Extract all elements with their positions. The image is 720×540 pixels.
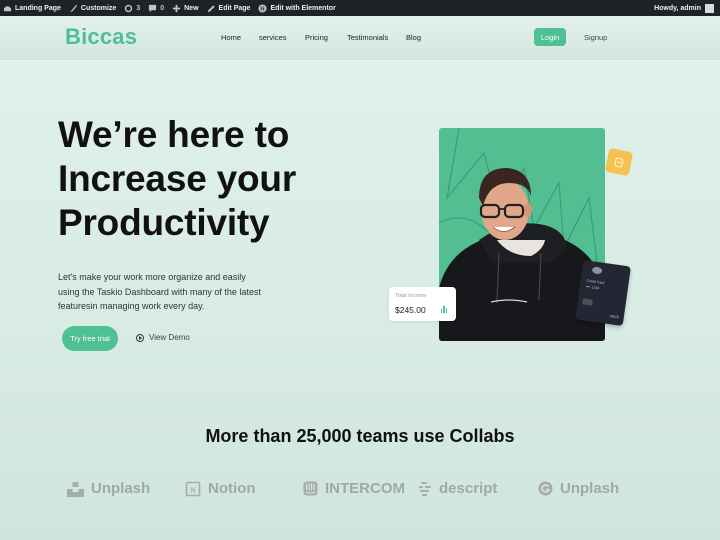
admin-bar-edit-page[interactable]: Edit Page [204,0,256,16]
view-demo-label: View Demo [149,333,190,342]
updates-count: 3 [136,4,141,12]
admin-greeting: Howdy, admin [654,4,701,12]
card-number: •••• 1234 [585,284,600,291]
site-logo[interactable]: Biccas [65,24,137,50]
brand-logo: Unplash [538,480,619,497]
brand-logo: INTERCOM [303,480,405,497]
bar-chart-icon [441,306,448,313]
admin-bar-elementor[interactable]: Edit with Elementor [255,0,340,16]
signup-link[interactable]: Signup [584,33,607,42]
admin-bar-site-label: Landing Page [15,4,61,12]
brand-logos: Unplash N Notion INTERCOM descript Unpla… [0,480,720,500]
card-logo-icon [591,266,603,275]
admin-bar-elementor-label: Edit with Elementor [270,4,336,12]
comments-icon [148,4,157,13]
brand-logo: N Notion [185,480,255,497]
admin-bar-customize[interactable]: Customize [66,0,121,16]
updates-icon [124,4,133,13]
hero-description: Let's make your work more organize and e… [58,270,298,314]
unsplash-icon [67,481,84,497]
brand-name: Unplash [91,480,151,497]
site-header: Biccas Home services Pricing Testimonial… [0,16,720,60]
admin-bar-comments[interactable]: 0 [145,0,169,16]
brand-name: Notion [208,480,256,497]
nav-testimonials[interactable]: Testimonials [347,33,388,42]
admin-bar-site-name[interactable]: Landing Page [0,0,66,16]
card-expiry: 09/25 [609,314,620,320]
edit-icon [207,4,216,13]
wp-admin-bar: Landing Page Customize 3 0 New Edit Page [0,0,720,16]
admin-bar-customize-label: Customize [80,4,117,12]
hero-description-line: Let's make your work more organize and e… [58,272,246,282]
hero-title-line: Productivity [58,202,270,243]
admin-bar-new[interactable]: New [169,0,203,16]
admin-bar-updates[interactable]: 3 [121,0,145,16]
customize-icon [69,4,78,13]
hero-description-line: using the Taskio Dashboard with many of … [58,286,261,297]
nav-blog[interactable]: Blog [406,33,421,42]
admin-bar-new-label: New [184,4,199,12]
admin-bar-edit-label: Edit Page [218,4,251,12]
social-proof-title: More than 25,000 teams use Collabs [205,426,515,446]
comments-count: 0 [160,4,165,12]
view-demo-button[interactable]: View Demo [136,333,190,342]
try-free-trial-button[interactable]: Try free trial [62,326,118,351]
hero-title-line: Increase your [58,158,297,199]
total-income-card: Total Income $245.00 [389,287,456,321]
dashboard-icon [3,4,12,13]
nav-home[interactable]: Home [221,33,241,42]
notes-icon [614,156,624,168]
brand-name: descript [439,480,498,497]
hero-title-line: We’re here to [58,114,290,155]
credit-card-graphic: Credit Card •••• 1234 09/25 [575,259,631,327]
nav-services[interactable]: services [259,33,287,42]
login-button[interactable]: Login [534,28,566,46]
hero-description-line: featuresin managing work every day. [58,301,205,311]
card-chip-icon [582,298,593,306]
svg-text:N: N [190,486,196,495]
nav-pricing[interactable]: Pricing [305,33,328,42]
plus-icon [172,4,181,13]
brand-logo: Unplash [67,480,150,497]
play-icon [136,333,144,342]
hero-title: We’re here to Increase your Productivity [58,113,378,245]
admin-bar-account[interactable]: Howdy, admin [654,3,720,13]
notion-icon: N [185,481,201,497]
intercom-icon [303,481,318,496]
descript-icon [418,481,432,497]
elementor-icon [258,3,267,13]
brand-name: INTERCOM [325,480,405,497]
notes-badge [604,147,634,177]
avatar [705,3,714,13]
brand-logo: descript [418,480,497,497]
income-label: Total Income [395,293,427,299]
grammarly-icon [538,481,553,496]
income-value: $245.00 [395,305,426,315]
brand-name: Unplash [560,480,620,497]
